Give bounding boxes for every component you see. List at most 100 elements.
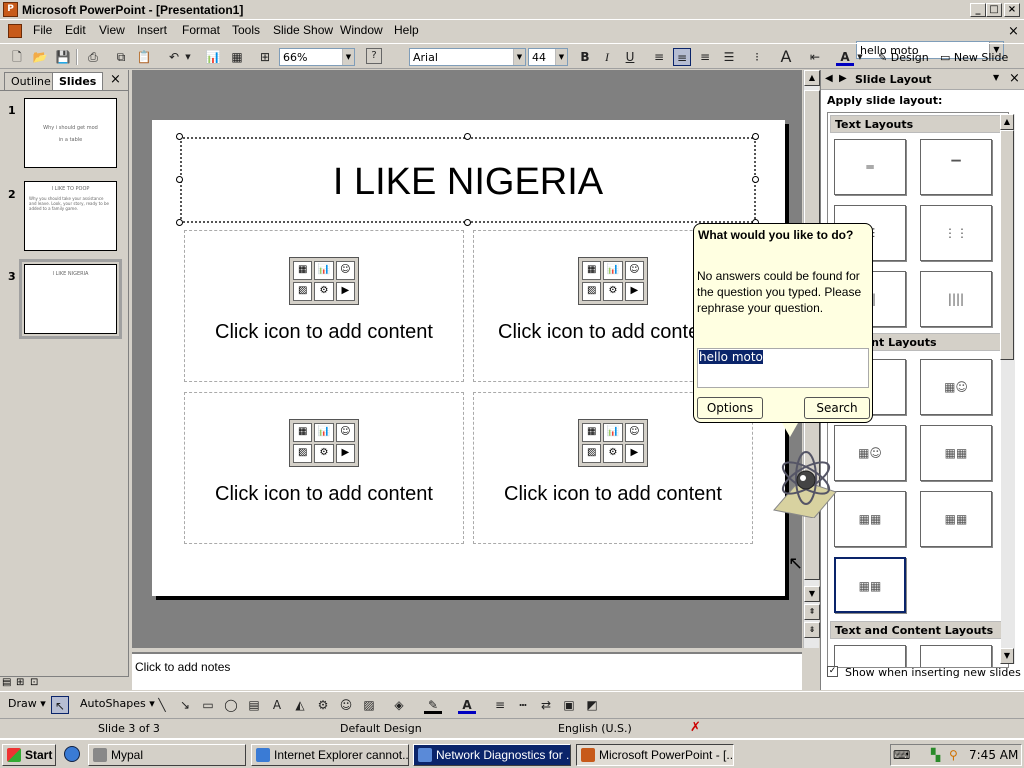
chart-icon[interactable]: 📊 bbox=[603, 423, 623, 442]
maximize-button[interactable]: □ bbox=[986, 3, 1002, 17]
internet-explorer-icon[interactable] bbox=[64, 746, 80, 762]
layout-title-content[interactable]: ▦☺ bbox=[834, 425, 906, 481]
taskbar-item-powerpoint[interactable]: Microsoft PowerPoint - [... bbox=[576, 744, 734, 766]
menu-format[interactable]: Format bbox=[182, 23, 220, 37]
arrow-icon[interactable]: ↘ bbox=[176, 696, 194, 714]
select-pointer-icon[interactable]: ↖ bbox=[51, 696, 69, 714]
paste-icon[interactable]: 📋 bbox=[135, 48, 153, 66]
next-slide-icon[interactable]: ⇟ bbox=[804, 622, 820, 638]
search-icon[interactable]: ⚲ bbox=[949, 748, 958, 762]
org-chart-icon[interactable]: ⚙ bbox=[314, 696, 332, 714]
help-icon[interactable]: ? bbox=[366, 48, 382, 64]
resize-handle[interactable] bbox=[176, 219, 183, 226]
layout-title-slide[interactable]: ═ bbox=[834, 139, 906, 195]
chart-icon[interactable]: 📊 bbox=[314, 423, 334, 442]
scroll-up-icon[interactable]: ▲ bbox=[804, 70, 820, 86]
print-icon[interactable]: ⎙ bbox=[84, 48, 102, 66]
spelling-icon[interactable]: ✗ bbox=[690, 720, 701, 735]
picture-icon[interactable]: ▨ bbox=[582, 282, 602, 301]
shadow-icon[interactable]: ▣ bbox=[560, 696, 578, 714]
slide-thumbnail-1[interactable]: Why i should get mod in a table bbox=[24, 98, 117, 168]
powerpoint-app-icon[interactable]: P bbox=[3, 2, 18, 17]
slide-canvas[interactable]: I LIKE NIGERIA ▦ 📊 ☺ ▨ ⚙ ▶ Click icon to add… bbox=[152, 120, 785, 596]
chevron-down-icon[interactable]: ▼ bbox=[993, 73, 999, 82]
notes-pane[interactable]: Click to add notes bbox=[132, 652, 802, 690]
picture-icon[interactable]: ▨ bbox=[582, 444, 602, 463]
media-icon[interactable]: ▶ bbox=[624, 282, 644, 301]
underline-button[interactable]: U bbox=[621, 48, 639, 66]
clipart-icon[interactable]: ☺ bbox=[335, 261, 355, 280]
menu-view[interactable]: View bbox=[99, 23, 125, 37]
close-icon[interactable]: × bbox=[1009, 71, 1020, 86]
layout-two-column[interactable]: ⋮⋮ bbox=[920, 205, 992, 261]
media-icon[interactable]: ▶ bbox=[335, 282, 355, 301]
minimize-button[interactable]: _ bbox=[970, 3, 986, 17]
slide-thumbnail-3[interactable]: I LIKE NIGERIA bbox=[19, 259, 122, 339]
diagram-icon[interactable]: ⚙ bbox=[603, 282, 623, 301]
undo-dropdown-icon[interactable]: ▼ bbox=[183, 48, 193, 66]
content-placeholder[interactable]: ▦ 📊 ☺ ▨ ⚙ ▶ Click icon to add content bbox=[184, 392, 464, 544]
dash-style-icon[interactable]: ┅ bbox=[514, 696, 532, 714]
clipart-icon[interactable]: ☺ bbox=[335, 423, 355, 442]
slide-title-placeholder[interactable]: I LIKE NIGERIA bbox=[180, 137, 756, 223]
layout-vertical-title[interactable]: |||| bbox=[920, 271, 992, 327]
slide-thumbnail-2[interactable]: I LIKE TO POOP Why you should take your … bbox=[24, 181, 117, 251]
forward-arrow-icon[interactable]: ▶ bbox=[839, 73, 847, 84]
align-left-icon[interactable]: ≡ bbox=[650, 48, 668, 66]
bold-button[interactable]: B bbox=[576, 48, 594, 66]
start-button[interactable]: Start bbox=[2, 744, 56, 766]
design-button[interactable]: ✎ Design bbox=[878, 51, 929, 64]
chart-icon[interactable]: 📊 bbox=[314, 261, 334, 280]
slide-show-icon[interactable]: ⊡ bbox=[30, 677, 38, 688]
task-pane-scrollbar[interactable]: ▲ ▼ bbox=[1000, 114, 1015, 664]
normal-view-icon[interactable]: ▤ bbox=[2, 677, 11, 688]
oval-icon[interactable]: ◯ bbox=[222, 696, 240, 714]
assistant-query-input[interactable]: hello moto bbox=[697, 348, 869, 388]
diagram-icon[interactable]: ⚙ bbox=[314, 282, 334, 301]
media-icon[interactable]: ▶ bbox=[335, 444, 355, 463]
content-icon-palette[interactable]: ▦ 📊 ☺ ▨ ⚙ ▶ bbox=[289, 419, 359, 467]
scroll-down-icon[interactable]: ▼ bbox=[804, 586, 820, 602]
save-icon[interactable]: 💾 bbox=[54, 48, 72, 66]
layout-two-content[interactable]: ▦▦ bbox=[920, 425, 992, 481]
chevron-down-icon[interactable]: ▼ bbox=[342, 49, 354, 65]
menu-window[interactable]: Window bbox=[340, 23, 383, 37]
resize-handle[interactable] bbox=[464, 219, 471, 226]
previous-slide-icon[interactable]: ⇞ bbox=[804, 604, 820, 620]
textbox-icon[interactable]: ▤ bbox=[245, 696, 263, 714]
picture-icon[interactable]: ▨ bbox=[293, 282, 313, 301]
resize-handle[interactable] bbox=[176, 133, 183, 140]
line-color-icon[interactable]: ✎ bbox=[424, 696, 442, 714]
scroll-thumb[interactable] bbox=[1000, 130, 1014, 360]
italic-button[interactable]: I bbox=[598, 48, 616, 66]
resize-handle[interactable] bbox=[176, 176, 183, 183]
insert-table-icon[interactable]: ▦ bbox=[228, 48, 246, 66]
taskbar-item-ie[interactable]: Internet Explorer cannot... bbox=[251, 744, 409, 766]
bullets-icon[interactable]: ⁝ bbox=[748, 48, 766, 66]
diagram-icon[interactable]: ◭ bbox=[291, 696, 309, 714]
font-size-combo[interactable]: 44 ▼ bbox=[528, 48, 568, 66]
line-style-icon[interactable]: ≡ bbox=[491, 696, 509, 714]
menu-file[interactable]: File bbox=[33, 23, 52, 37]
taskbar-item-mypal[interactable]: Mypal bbox=[88, 744, 246, 766]
content-icon-palette[interactable]: ▦ 📊 ☺ ▨ ⚙ ▶ bbox=[578, 257, 648, 305]
layout-content[interactable]: ▦☺ bbox=[920, 359, 992, 415]
arrow-style-icon[interactable]: ⇄ bbox=[537, 696, 555, 714]
network-tray-icon[interactable]: ▚ bbox=[931, 748, 940, 762]
content-icon-palette[interactable]: ▦ 📊 ☺ ▨ ⚙ ▶ bbox=[578, 419, 648, 467]
document-icon[interactable] bbox=[8, 24, 22, 38]
undo-icon[interactable]: ↶ bbox=[165, 48, 183, 66]
show-grid-icon[interactable]: ⊞ bbox=[256, 48, 274, 66]
table-icon[interactable]: ▦ bbox=[582, 261, 602, 280]
draw-menu[interactable]: Draw ▾ bbox=[8, 697, 46, 710]
scroll-down-icon[interactable]: ▼ bbox=[1000, 648, 1014, 664]
close-pane-icon[interactable]: × bbox=[110, 72, 121, 87]
align-center-icon[interactable]: ≡ bbox=[673, 48, 691, 66]
layout-content-text[interactable] bbox=[920, 645, 992, 667]
copy-icon[interactable]: ⧉ bbox=[112, 48, 130, 66]
close-button[interactable]: × bbox=[1004, 3, 1020, 17]
table-icon[interactable]: ▦ bbox=[293, 261, 313, 280]
wordart-icon[interactable]: A bbox=[268, 696, 286, 714]
clipart-icon[interactable]: ☺ bbox=[337, 696, 355, 714]
office-assistant-icon[interactable] bbox=[770, 440, 840, 518]
